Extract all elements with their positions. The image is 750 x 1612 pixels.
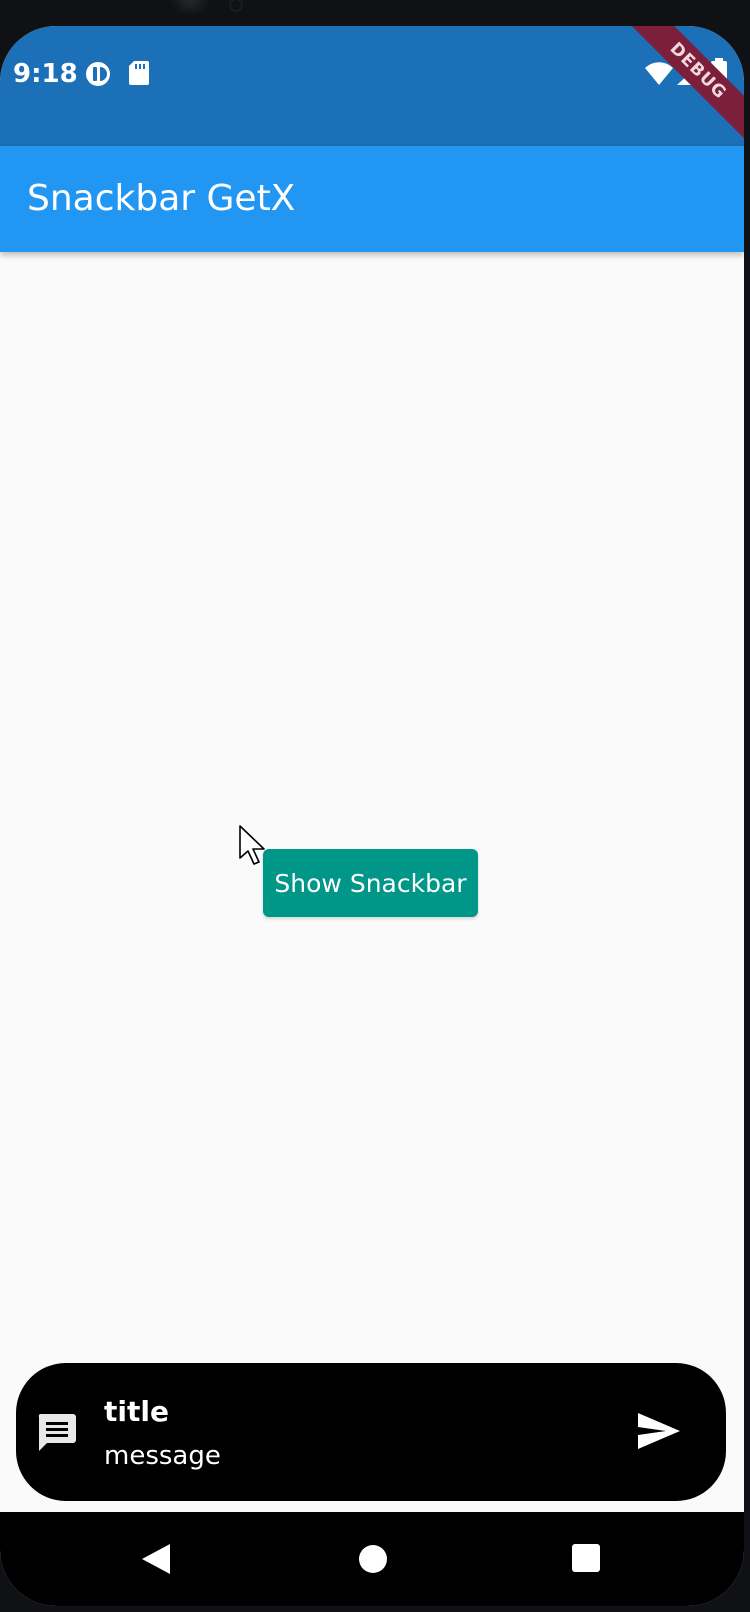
message-icon [36,1411,78,1453]
status-bar: 9:18 DEBUG [0,26,744,153]
snackbar-title: title [104,1395,169,1428]
mouse-cursor-icon [239,825,265,865]
front-camera [170,0,210,14]
snackbar-message: message [104,1441,221,1471]
home-icon[interactable] [358,1544,388,1579]
send-icon[interactable] [636,1411,682,1451]
sd-card-icon [128,60,150,91]
status-time: 9:18 [13,59,78,89]
navigation-bar [0,1512,744,1606]
page-title: Snackbar GetX [27,178,296,219]
snackbar[interactable]: title message [16,1363,726,1501]
phone-screen: 9:18 DEBUG Snackbar GetX Show Snackbar t… [0,26,744,1606]
recents-icon[interactable] [572,1544,600,1577]
wifi-icon [644,62,674,91]
show-snackbar-button[interactable]: Show Snackbar [263,849,478,917]
back-icon[interactable] [140,1542,172,1581]
app-bar: Snackbar GetX [0,146,744,252]
camera-sensor [229,0,243,12]
data-saver-icon [84,60,112,93]
